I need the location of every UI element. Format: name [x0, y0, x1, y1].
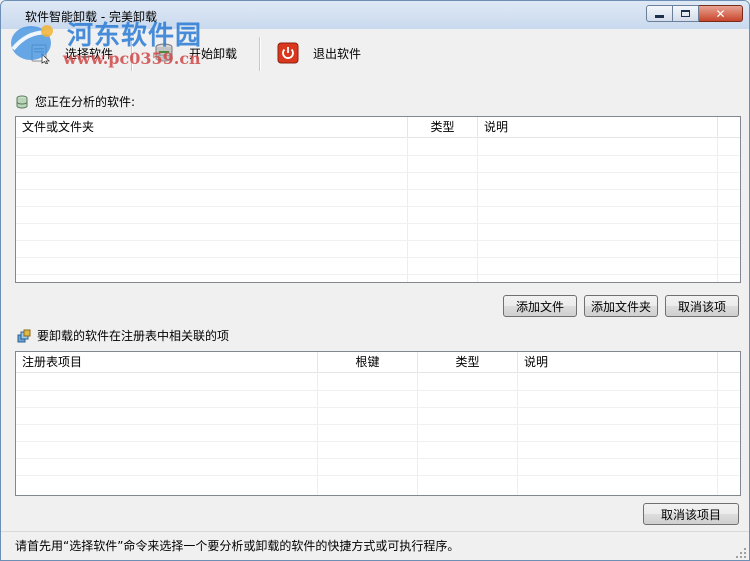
add-file-button[interactable]: 添加文件 — [503, 295, 577, 317]
row-line — [16, 475, 740, 476]
start-uninstall-label: 开始卸载 — [189, 46, 238, 61]
registry-section-header: 要卸载的软件在注册表中相关联的项 — [17, 327, 229, 344]
column-header-description[interactable]: 说明 — [518, 352, 718, 372]
column-divider — [407, 137, 408, 282]
main-window: 软件智能卸载 - 完美卸载 ✕ 选择软件 开始卸载 退出软件 河东软件园 www… — [0, 0, 750, 561]
analysis-section-label: 您正在分析的软件: — [35, 95, 136, 109]
row-line — [16, 189, 740, 190]
exit-software-button[interactable]: 退出软件 — [277, 39, 361, 67]
maximize-icon — [681, 10, 690, 17]
analysis-file-list[interactable]: 文件或文件夹 类型 说明 — [15, 116, 741, 283]
column-header-type[interactable]: 类型 — [408, 117, 478, 137]
database-icon — [16, 95, 28, 108]
select-software-label: 选择软件 — [65, 46, 114, 61]
column-header-file[interactable]: 文件或文件夹 — [16, 117, 408, 137]
cancel-registry-item-button[interactable]: 取消该项目 — [643, 503, 739, 525]
column-header-description[interactable]: 说明 — [478, 117, 718, 137]
row-line — [16, 257, 740, 258]
analysis-section-header: 您正在分析的软件: — [15, 93, 135, 110]
row-line — [16, 274, 740, 275]
exit-software-label: 退出软件 — [313, 46, 362, 61]
row-line — [16, 424, 740, 425]
row-line — [16, 223, 740, 224]
status-bar: 请首先用“选择软件”命令来选择一个要分析或卸载的软件的快捷方式或可执行程序。 — [1, 531, 749, 560]
cancel-item-button[interactable]: 取消该项 — [665, 295, 739, 317]
registry-section-label: 要卸载的软件在注册表中相关联的项 — [37, 329, 230, 343]
row-line — [16, 206, 740, 207]
analysis-list-header: 文件或文件夹 类型 说明 — [16, 117, 740, 138]
registry-icon — [17, 329, 31, 342]
row-line — [16, 155, 740, 156]
registry-item-list[interactable]: 注册表项目 根键 类型 说明 — [15, 351, 741, 496]
registry-list-header: 注册表项目 根键 类型 说明 — [16, 352, 740, 373]
select-software-icon — [31, 44, 50, 64]
row-line — [16, 407, 740, 408]
status-text: 请首先用“选择软件”命令来选择一个要分析或卸载的软件的快捷方式或可执行程序。 — [15, 539, 460, 553]
window-controls: ✕ — [646, 5, 743, 22]
close-button[interactable]: ✕ — [699, 5, 743, 22]
title-bar[interactable]: 软件智能卸载 - 完美卸载 ✕ — [1, 1, 749, 29]
uninstall-disk-icon — [155, 43, 173, 62]
minimize-button[interactable] — [646, 5, 673, 22]
close-icon: ✕ — [715, 6, 726, 21]
column-divider — [477, 137, 478, 282]
add-folder-button[interactable]: 添加文件夹 — [584, 295, 658, 317]
resize-grip-icon[interactable] — [735, 547, 747, 559]
toolbar: 选择软件 开始卸载 退出软件 — [1, 31, 749, 79]
column-divider — [717, 137, 718, 282]
minimize-icon — [655, 15, 664, 18]
start-uninstall-button[interactable]: 开始卸载 — [153, 39, 237, 67]
window-title: 软件智能卸载 - 完美卸载 — [25, 10, 157, 24]
row-line — [16, 172, 740, 173]
column-header-type[interactable]: 类型 — [418, 352, 518, 372]
toolbar-divider — [259, 37, 261, 71]
row-line — [16, 458, 740, 459]
select-software-button[interactable]: 选择软件 — [29, 39, 113, 67]
maximize-button[interactable] — [673, 5, 699, 22]
row-line — [16, 240, 740, 241]
power-exit-icon — [277, 42, 299, 64]
column-header-root-key[interactable]: 根键 — [318, 352, 418, 372]
column-header-registry-item[interactable]: 注册表项目 — [16, 352, 318, 372]
row-line — [16, 390, 740, 391]
row-line — [16, 441, 740, 442]
toolbar-divider — [131, 37, 133, 71]
